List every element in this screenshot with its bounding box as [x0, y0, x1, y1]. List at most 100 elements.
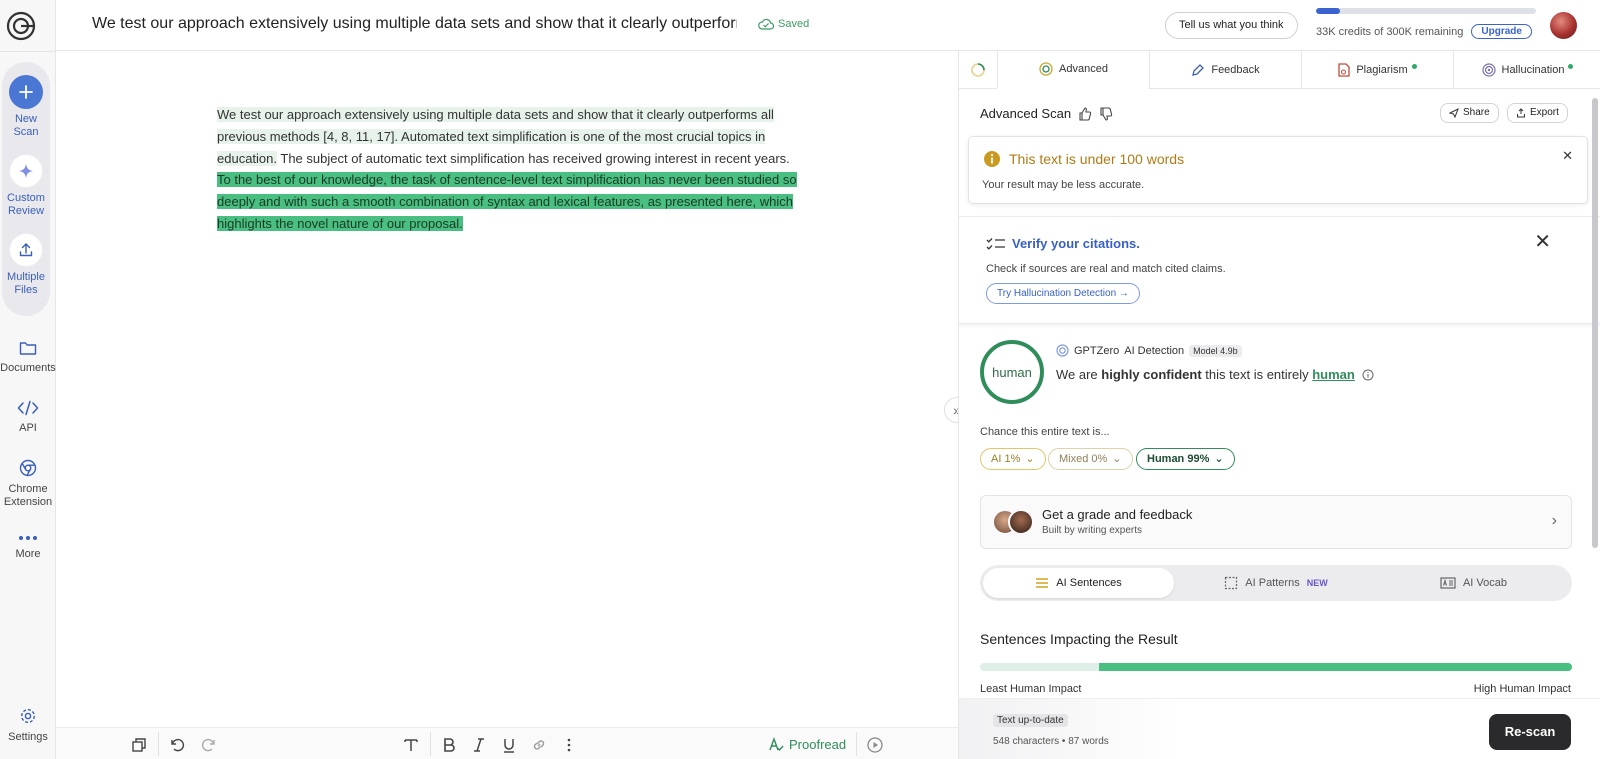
panel-scrollbar[interactable]	[1592, 98, 1598, 548]
bold-icon[interactable]	[440, 736, 458, 754]
info-icon[interactable]	[1362, 369, 1374, 381]
multiple-files-button[interactable]: Multiple Files	[2, 233, 50, 297]
detector-brand: GPTZero	[1074, 344, 1120, 357]
panel-footer: Text up-to-date 548 characters • 87 word…	[959, 698, 1600, 759]
text-format-icon[interactable]	[402, 736, 420, 754]
thumbs-up-icon[interactable]	[1078, 106, 1092, 121]
dashed-box-icon	[1225, 576, 1238, 590]
play-icon[interactable]	[866, 736, 884, 754]
vocab-card-icon	[1440, 577, 1456, 589]
rescan-button[interactable]: Re-scan	[1489, 714, 1571, 750]
tab-plagiarism-label: Plagiarism	[1356, 64, 1408, 76]
advanced-scan-icon	[1039, 62, 1053, 76]
grade-feedback-card[interactable]: Get a grade and feedback Built by writin…	[980, 495, 1572, 549]
new-scan-label-2: Scan	[13, 126, 39, 138]
least-impact-label: Least Human Impact	[980, 683, 1082, 695]
chrome-label-2: Extension	[3, 496, 53, 508]
italic-icon[interactable]	[470, 736, 488, 754]
spinner-icon	[971, 63, 985, 77]
tell-us-feedback-button[interactable]: Tell us what you think	[1165, 12, 1298, 39]
new-scan-button[interactable]: New Scan	[2, 75, 50, 139]
try-hallucination-detection-button[interactable]: Try Hallucination Detection →	[986, 283, 1140, 304]
editor-sentence-3[interactable]: The subject of automatic text simplifica…	[277, 151, 789, 166]
tab-hallucination[interactable]: Hallucination	[1453, 51, 1600, 89]
confidence-strong: highly confident	[1101, 367, 1202, 382]
api-label: API	[19, 422, 37, 434]
underline-icon[interactable]	[500, 736, 518, 754]
proofread-button[interactable]: Proofread	[768, 736, 846, 752]
user-avatar[interactable]	[1550, 12, 1577, 39]
tab-ai-vocab[interactable]: AI Vocab	[1378, 568, 1569, 598]
credits-remaining-text: 33K credits of 300K remaining	[1316, 25, 1464, 38]
custom-review-button[interactable]: Custom Review	[2, 154, 50, 218]
tab-ai-patterns[interactable]: AI Patterns NEW	[1178, 568, 1374, 598]
status-dot	[1411, 63, 1417, 69]
gear-icon	[20, 708, 36, 724]
export-button[interactable]: Export	[1507, 103, 1568, 123]
sidebar-item-chrome-extension[interactable]: Chrome Extension	[0, 459, 56, 509]
sidebar-item-documents[interactable]: Documents	[0, 340, 56, 375]
confidence-result-word[interactable]: human	[1312, 367, 1355, 382]
tab-advanced-label: Advanced	[1059, 63, 1108, 75]
send-icon	[1449, 108, 1459, 118]
tab-loading[interactable]	[959, 51, 997, 89]
tab-advanced[interactable]: Advanced	[997, 51, 1149, 89]
tab-feedback[interactable]: Feedback	[1149, 51, 1301, 89]
advanced-scan-title: Advanced Scan	[980, 106, 1072, 121]
gptzero-logo[interactable]	[6, 11, 36, 41]
lines-icon	[1036, 578, 1049, 588]
code-icon	[17, 400, 39, 416]
close-warning-icon[interactable]: ✕	[1562, 148, 1573, 164]
verify-title: Verify your citations.	[1012, 236, 1140, 251]
saved-label: Saved	[778, 18, 810, 30]
ai-patterns-label: AI Patterns	[1245, 577, 1300, 589]
status-dot	[1568, 63, 1574, 69]
link-icon[interactable]	[530, 736, 548, 754]
export-icon	[1517, 108, 1525, 118]
chrome-label-1: Chrome	[8, 483, 48, 495]
analysis-segmented-control: AI Sentences AI Patterns NEW AI Vocab	[980, 565, 1572, 601]
warning-title: This text is under 100 words	[1009, 151, 1185, 167]
advanced-scan-header: Advanced Scan	[980, 106, 1113, 121]
toolbar-divider	[158, 732, 159, 756]
left-sidebar: New Scan Custom Review Multiple Files Do…	[0, 0, 56, 759]
document-title[interactable]: We test our approach extensively using m…	[92, 15, 737, 33]
close-verify-icon[interactable]: ✕	[1534, 229, 1551, 254]
document-editor[interactable]: We test our approach extensively using m…	[217, 104, 799, 235]
human-pill-label: Human 99%	[1147, 453, 1210, 465]
checklist-icon	[986, 238, 1005, 250]
mixed-probability-pill[interactable]: Mixed 0% ⌄	[1048, 448, 1133, 470]
share-button[interactable]: Share	[1440, 103, 1499, 123]
confidence-statement: We are highly confident this text is ent…	[1056, 367, 1374, 382]
result-ring: human	[980, 340, 1044, 404]
ai-probability-pill[interactable]: AI 1% ⌄	[980, 448, 1046, 470]
grade-subtitle: Built by writing experts	[1042, 525, 1143, 536]
sparkle-icon	[9, 154, 43, 188]
proofread-icon	[769, 736, 784, 752]
custom-review-label-2: Review	[7, 205, 45, 217]
more-vertical-icon[interactable]	[560, 736, 578, 754]
tab-ai-sentences[interactable]: AI Sentences	[983, 568, 1174, 598]
app-root: New Scan Custom Review Multiple Files Do…	[0, 0, 1600, 759]
tab-plagiarism[interactable]: Plagiarism	[1301, 51, 1453, 89]
undo-icon[interactable]	[168, 736, 186, 754]
sidebar-item-settings[interactable]: Settings	[0, 707, 56, 744]
sidebar-item-more[interactable]: More	[0, 534, 56, 561]
info-warning-icon	[984, 151, 1000, 167]
sidebar-item-api[interactable]: API	[0, 400, 56, 435]
ai-pill-label: AI 1%	[991, 453, 1021, 465]
redo-icon[interactable]	[200, 736, 218, 754]
verify-citations-card: Verify your citations. Check if sources …	[959, 216, 1600, 324]
human-impact-fill	[1099, 663, 1572, 671]
tab-feedback-label: Feedback	[1211, 64, 1260, 76]
upgrade-button[interactable]: Upgrade	[1471, 24, 1532, 39]
results-panel: Advanced Feedback Plagiarism Hallucinati…	[958, 51, 1600, 759]
copy-icon[interactable]	[130, 736, 148, 754]
proofread-label: Proofread	[789, 736, 847, 752]
saved-status: Saved	[758, 18, 809, 30]
high-impact-label: High Human Impact	[1473, 683, 1571, 695]
mixed-pill-label: Mixed 0%	[1059, 453, 1108, 465]
editor-sentence-4-highlighted[interactable]: To the best of our knowledge, the task o…	[217, 172, 797, 231]
thumbs-down-icon[interactable]	[1099, 106, 1113, 121]
human-probability-pill[interactable]: Human 99% ⌄	[1136, 448, 1235, 470]
